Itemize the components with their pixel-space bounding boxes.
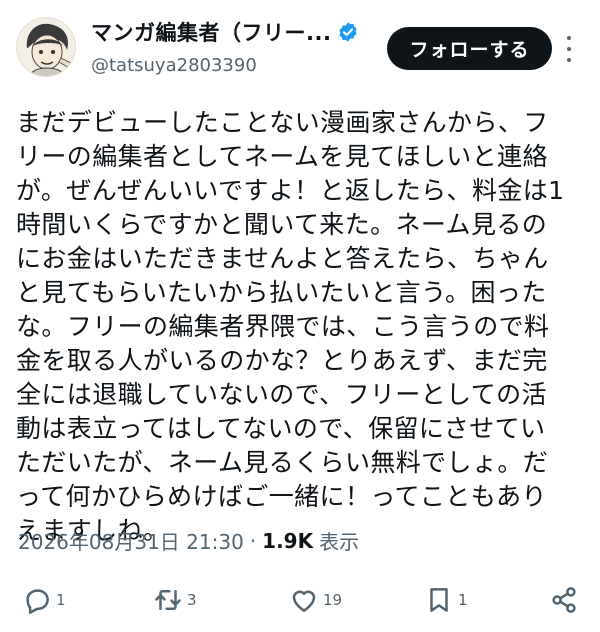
like-button[interactable]: 19 bbox=[289, 578, 342, 622]
post-text: まだデビューしたことない漫画家さんから、フ リーの編集者としてネームを見てほしい… bbox=[16, 108, 565, 545]
author-display-name[interactable]: マンガ編集者（フリー... bbox=[91, 17, 331, 47]
reply-button[interactable]: 1 bbox=[22, 578, 66, 622]
follow-button[interactable]: フォローする bbox=[387, 27, 552, 70]
author-handle[interactable]: @tatsuya2803390 bbox=[91, 55, 257, 76]
bookmark-button[interactable]: 1 bbox=[424, 578, 468, 622]
more-vertical-icon[interactable] bbox=[562, 36, 576, 62]
author-name-row[interactable]: マンガ編集者（フリー... bbox=[91, 19, 359, 45]
share-icon bbox=[552, 587, 576, 613]
avatar[interactable] bbox=[16, 17, 76, 77]
post-header: マンガ編集者（フリー... @tatsuya2803390 フォローする bbox=[0, 0, 600, 90]
views-count: 1.9K bbox=[262, 528, 314, 553]
heart-icon bbox=[292, 590, 316, 612]
post-timestamp[interactable]: 2026年08月31日 21:30 bbox=[18, 526, 244, 555]
repost-count: 3 bbox=[187, 591, 197, 609]
repost-icon bbox=[155, 590, 181, 610]
reply-count: 1 bbox=[56, 591, 66, 609]
bookmark-icon bbox=[430, 588, 448, 612]
views-label: 表示 bbox=[319, 530, 360, 554]
bookmark-count: 1 bbox=[458, 591, 468, 609]
like-count: 19 bbox=[323, 591, 343, 609]
share-button[interactable] bbox=[549, 578, 579, 622]
verified-badge-icon bbox=[339, 22, 358, 42]
repost-button[interactable]: 3 bbox=[153, 578, 197, 622]
reply-icon bbox=[26, 589, 49, 614]
avatar-illustration bbox=[17, 18, 75, 76]
post-meta: 2026年08月31日 21:30 · 1.9K 表示 bbox=[18, 526, 359, 555]
action-bar: 1 3 19 1 bbox=[0, 578, 600, 622]
meta-separator: · bbox=[249, 528, 257, 553]
